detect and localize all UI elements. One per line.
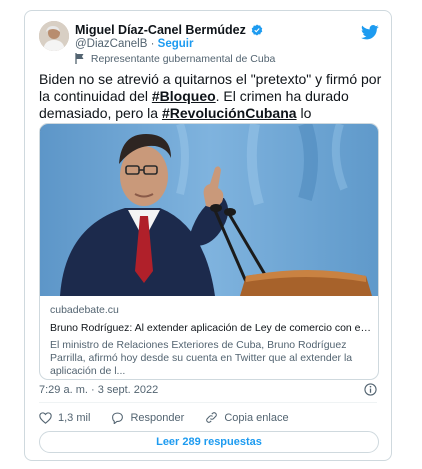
government-label-text: Representante gubernamental de Cuba (90, 53, 276, 65)
avatar[interactable] (39, 21, 69, 51)
tweet-timestamp[interactable]: 7:29 a. m. · 3 sept. 2022 (39, 384, 158, 396)
copy-link-button[interactable]: Copia enlace (205, 411, 289, 424)
reply-button[interactable]: Responder (111, 412, 184, 424)
link-card[interactable]: cubadebate.cu Bruno Rodríguez: Al extend… (39, 123, 379, 380)
author-name[interactable]: Miguel Díaz-Canel Bermúdez (75, 23, 246, 37)
tweet-header: Miguel Díaz-Canel Bermúdez @DiazCanelB ·… (39, 21, 379, 67)
twitter-bird-icon[interactable] (361, 25, 379, 45)
tweet-card: Miguel Díaz-Canel Bermúdez @DiazCanelB ·… (24, 10, 392, 461)
handle-separator: · (150, 38, 155, 50)
copy-link-label: Copia enlace (224, 411, 289, 424)
reply-label: Responder (130, 412, 185, 424)
info-icon[interactable] (364, 383, 377, 401)
author-name-row: Miguel Díaz-Canel Bermúdez (75, 23, 263, 39)
author-handle[interactable]: @DiazCanelB (75, 38, 147, 50)
link-headline: Bruno Rodríguez: Al extender aplicación … (50, 322, 372, 334)
divider (39, 402, 377, 403)
heart-icon (39, 412, 52, 424)
link-card-meta: cubadebate.cu Bruno Rodríguez: Al extend… (50, 304, 372, 378)
action-bar: 1,3 mil Responder Copia enlace (39, 411, 307, 427)
read-replies-button[interactable]: Leer 289 respuestas (39, 431, 379, 453)
follow-button[interactable]: Seguir (158, 38, 194, 50)
author-handle-row: @DiazCanelB · Seguir (75, 38, 193, 50)
link-card-photo[interactable] (40, 124, 378, 301)
link-icon (206, 412, 218, 423)
hashtag-bloqueo[interactable]: #Bloqueo (152, 88, 216, 104)
like-count: 1,3 mil (58, 412, 91, 424)
government-label: Representante gubernamental de Cuba (75, 53, 275, 67)
flag-icon (75, 53, 85, 67)
like-button[interactable]: 1,3 mil (39, 412, 90, 424)
verified-badge-icon (251, 24, 263, 39)
link-domain: cubadebate.cu (50, 304, 119, 316)
reply-icon (112, 412, 124, 424)
hashtag-revolucion-cubana[interactable]: #RevoluciónCubana (162, 105, 297, 121)
link-description: El ministro de Relaciones Exteriores de … (50, 339, 353, 377)
